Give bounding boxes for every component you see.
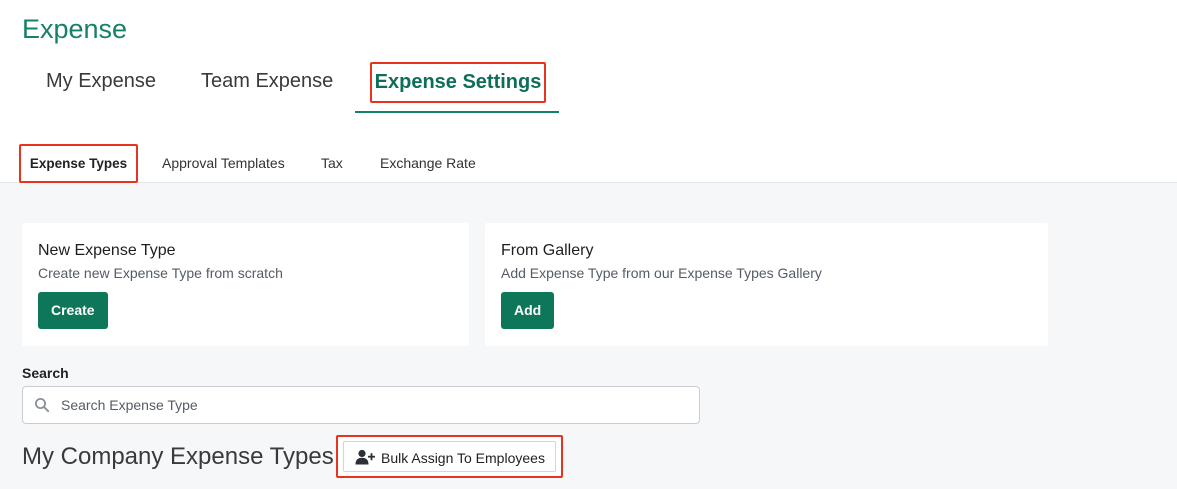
subtab-exchange-rate[interactable]: Exchange Rate [380,155,476,171]
sub-tabs: Expense Types Approval Templates Tax Exc… [0,140,1177,183]
bulk-assign-button[interactable]: Bulk Assign To Employees [336,435,563,478]
card-subtitle: Add Expense Type from our Expense Types … [501,265,822,281]
create-button[interactable]: Create [38,292,108,329]
add-button[interactable]: Add [501,292,555,329]
search-icon [35,398,50,413]
search-input[interactable] [61,387,691,423]
search-label: Search [22,365,69,381]
tab-team-expense[interactable]: Team Expense [201,60,333,110]
from-gallery-card: From Gallery Add Expense Type from our E… [485,223,1048,346]
section-title: My Company Expense Types [22,443,334,470]
tab-my-expense[interactable]: My Expense [46,60,156,110]
user-plus-icon [355,449,375,465]
subtab-expense-types[interactable]: Expense Types [19,144,138,183]
bulk-assign-label: Bulk Assign To Employees [381,450,545,466]
tab-expense-settings[interactable]: Expense Settings [370,62,546,103]
card-title: New Expense Type [38,242,176,259]
content-area: New Expense Type Create new Expense Type… [0,183,1177,489]
card-subtitle: Create new Expense Type from scratch [38,265,283,281]
card-title: From Gallery [501,242,594,259]
app-title: Expense [22,14,128,44]
bulk-assign-button-inner[interactable]: Bulk Assign To Employees [343,441,556,472]
subtab-tax[interactable]: Tax [321,155,343,171]
search-box [22,386,700,424]
active-tab-underline [355,111,559,113]
new-expense-type-card: New Expense Type Create new Expense Type… [22,223,469,346]
subtab-approval-templates[interactable]: Approval Templates [162,155,285,171]
